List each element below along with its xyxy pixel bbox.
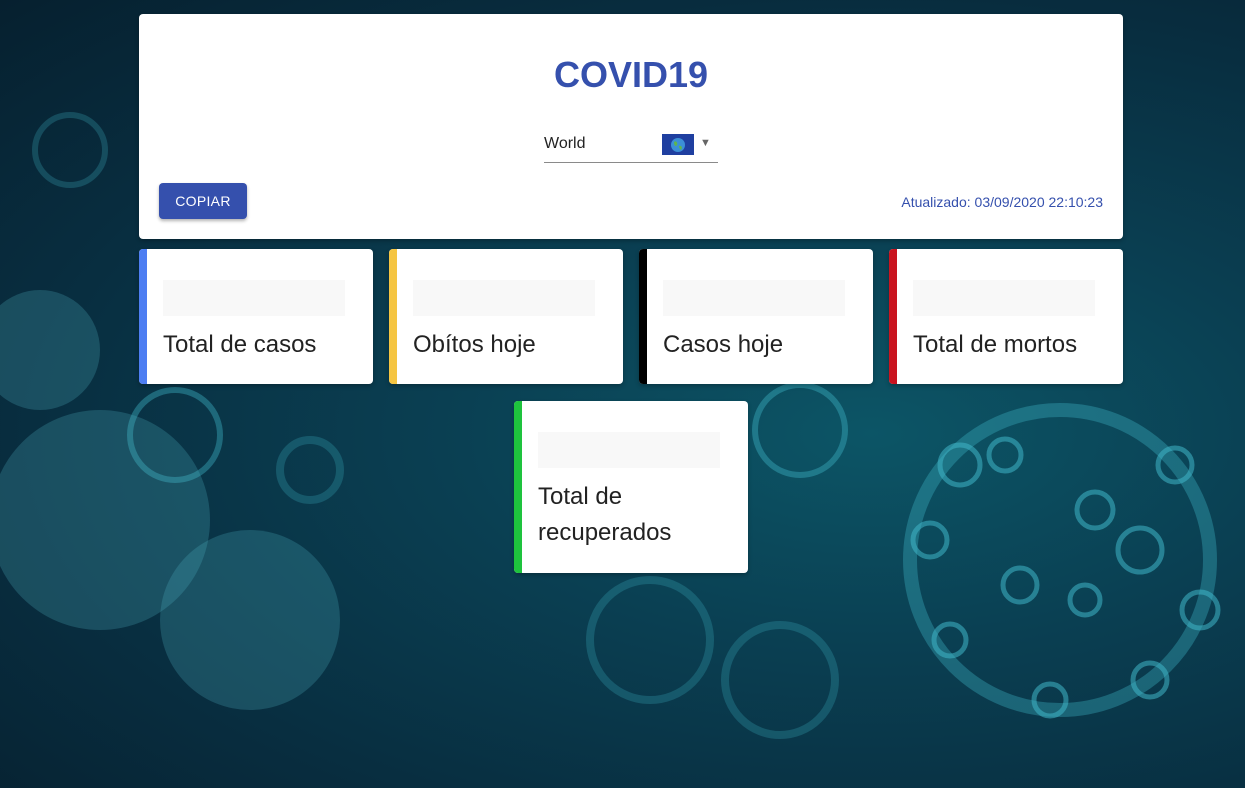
stat-label: Casos hoje bbox=[663, 331, 784, 358]
stat-value bbox=[913, 280, 1095, 316]
stat-label: Total de recuperados bbox=[538, 483, 672, 546]
card-accent-bar bbox=[389, 249, 397, 384]
stat-card-cases-today: Casos hoje bbox=[639, 249, 873, 384]
updated-timestamp: Atualizado: 03/09/2020 22:10:23 bbox=[901, 194, 1103, 210]
copy-button[interactable]: COPIAR bbox=[159, 183, 247, 219]
stat-label: Total de casos bbox=[163, 331, 317, 358]
country-select-value: World bbox=[544, 135, 586, 152]
header-card: COVID19 World ▼ COPIAR Atualizado: 03/09… bbox=[139, 14, 1123, 239]
stat-card-total-deaths: Total de mortos bbox=[889, 249, 1123, 384]
stat-card-total-cases: Total de casos bbox=[139, 249, 373, 384]
globe-icon bbox=[662, 134, 694, 155]
chevron-down-icon: ▼ bbox=[700, 137, 711, 149]
stat-value bbox=[538, 432, 720, 468]
stat-label: Total de mortos bbox=[913, 331, 1078, 358]
country-select[interactable]: World ▼ bbox=[544, 134, 718, 163]
card-accent-bar bbox=[514, 401, 522, 573]
stat-card-deaths-today: Obítos hoje bbox=[389, 249, 623, 384]
card-accent-bar bbox=[139, 249, 147, 384]
stat-card-total-recovered: Total de recuperados bbox=[514, 401, 748, 573]
card-accent-bar bbox=[889, 249, 897, 384]
stat-label: Obítos hoje bbox=[413, 331, 536, 358]
stat-value bbox=[413, 280, 595, 316]
page-title: COVID19 bbox=[553, 54, 709, 95]
stat-value bbox=[663, 280, 845, 316]
card-accent-bar bbox=[639, 249, 647, 384]
stat-value bbox=[163, 280, 345, 316]
